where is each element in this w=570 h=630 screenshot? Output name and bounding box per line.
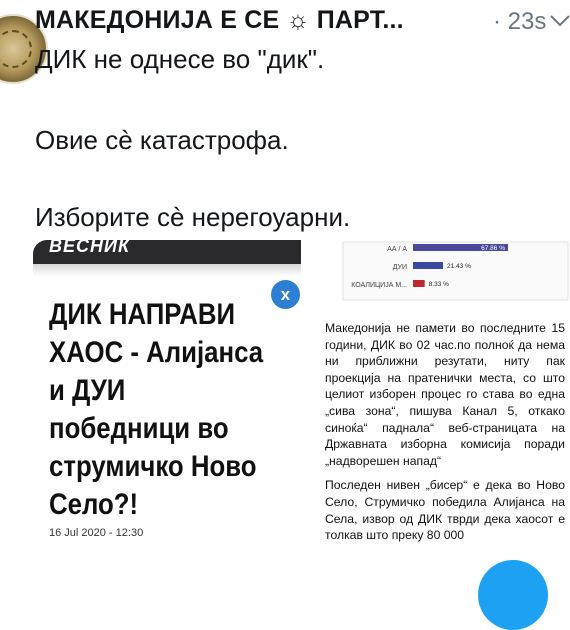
- chart-category-label: АА / А: [387, 246, 407, 253]
- chevron-down-icon[interactable]: [547, 10, 570, 30]
- chart-category-label: ДУИ: [393, 264, 407, 271]
- tweet-text-line-2: Овие сè катастрофа.: [35, 125, 289, 155]
- tweet-time[interactable]: · 23s: [493, 8, 546, 36]
- tweet-text-line-3: Изборите сè нерегоуарни.: [35, 202, 351, 232]
- headline-line: победници во: [49, 412, 229, 445]
- compose-button[interactable]: [478, 560, 548, 630]
- masthead-logo: ВЕСНИК: [49, 240, 131, 256]
- media-card[interactable]: ВЕСНИК x ДИК НАПРАВИ ХАОС - Алијанса и Д…: [33, 240, 570, 550]
- article-date: 16 Jul 2020 - 12:30: [49, 527, 144, 539]
- article-headline: ДИК НАПРАВИ ХАОС - Алијанса и ДУИ победн…: [49, 296, 264, 524]
- masthead-shadow: [33, 264, 301, 276]
- masthead-band: ВЕСНИК: [33, 240, 301, 264]
- article-body: Македонија не памети во последните 15 го…: [325, 320, 565, 550]
- avatar-emblem: [0, 30, 32, 68]
- chart-bar: [413, 280, 425, 287]
- media-divider: [301, 240, 313, 550]
- chart-category-label: КОАЛИЦИЈА М...: [351, 282, 407, 289]
- headline-line: и ДУИ: [49, 374, 126, 407]
- headline-line: ДИК НАПРАВИ: [49, 298, 236, 331]
- media-image-left[interactable]: ВЕСНИК x ДИК НАПРАВИ ХАОС - Алијанса и Д…: [33, 240, 301, 550]
- chart-value-label: 8.33 %: [429, 281, 449, 288]
- results-bar-chart: АА / А 67.86 % ДУИ 21.43 % КОАЛИЦИЈА М... 8.3…: [342, 241, 569, 301]
- article-paragraph: Македонија не памети во последните 15 го…: [325, 321, 565, 468]
- author-name[interactable]: МАКЕДОНИЈА Е СЕ ☼ ПАРТ...: [35, 6, 404, 35]
- media-image-right[interactable]: АА / А 67.86 % ДУИ 21.43 % КОАЛИЦИЈА М... 8.3…: [313, 240, 570, 550]
- tweet-text-line-1: ДИК не однесе во "дик".: [35, 44, 325, 74]
- headline-line: Село?!: [49, 488, 139, 521]
- tweet-header: МАКЕДОНИЈА Е СЕ ☼ ПАРТ... · 23s: [35, 4, 570, 36]
- headline-line: струмичко Ново: [49, 450, 257, 483]
- chart-value-label: 21.43 %: [447, 263, 471, 270]
- chart-bar: [413, 262, 444, 269]
- close-icon: x: [271, 280, 300, 309]
- chart-value-label: 67.86 %: [481, 245, 505, 252]
- headline-line: ХАОС - Алијанса: [49, 336, 264, 369]
- article-paragraph: Последен нивен „бисер“ е дека во Ново Се…: [325, 478, 565, 543]
